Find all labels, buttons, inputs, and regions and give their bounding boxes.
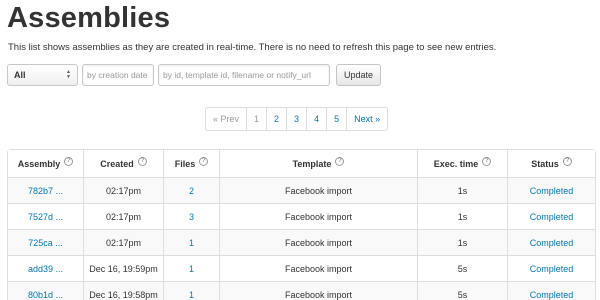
status-link[interactable]: Completed bbox=[507, 281, 595, 300]
exec-time-cell: 5s bbox=[417, 281, 507, 300]
created-cell: 02:17pm bbox=[83, 203, 163, 229]
status-select-value: All bbox=[14, 70, 26, 80]
exec-time-cell: 1s bbox=[417, 229, 507, 255]
table-row: 782b7 ... 02:17pm 2 Facebook import 1s C… bbox=[8, 177, 595, 203]
status-link[interactable]: Completed bbox=[507, 203, 595, 229]
status-link[interactable]: Completed bbox=[507, 177, 595, 203]
created-cell: Dec 16, 19:58pm bbox=[83, 281, 163, 300]
template-cell: Facebook import bbox=[219, 281, 417, 300]
status-link[interactable]: Completed bbox=[507, 255, 595, 281]
pagination: « Prev 1 2 3 4 5 Next » bbox=[205, 107, 389, 131]
table-row: 7527d ... 02:17pm 3 Facebook import 1s C… bbox=[8, 203, 595, 229]
col-header-assembly: Assembly? bbox=[8, 150, 83, 177]
page-title: Assemblies bbox=[7, 2, 171, 34]
files-count-link[interactable]: 1 bbox=[163, 281, 219, 300]
assemblies-table: Assembly? Created? Files? Template? Exec… bbox=[7, 149, 596, 300]
assembly-id-link[interactable]: 80b1d ... bbox=[8, 281, 83, 300]
exec-time-cell: 5s bbox=[417, 255, 507, 281]
help-icon[interactable]: ? bbox=[137, 156, 147, 166]
created-cell: Dec 16, 19:59pm bbox=[83, 255, 163, 281]
next-page-link[interactable]: Next » bbox=[346, 108, 387, 130]
filter-bar: All ▲ ▼ by creation date by id, template … bbox=[7, 64, 382, 86]
created-cell: 02:17pm bbox=[83, 229, 163, 255]
table-row: 725ca ... 02:17pm 1 Facebook import 1s C… bbox=[8, 229, 595, 255]
assemblies-table-container: Assembly? Created? Files? Template? Exec… bbox=[7, 149, 596, 300]
page-link-3[interactable]: 3 bbox=[286, 108, 306, 130]
template-cell: Facebook import bbox=[219, 229, 417, 255]
select-arrows-icon: ▲ ▼ bbox=[66, 69, 71, 80]
col-header-status: Status? bbox=[507, 150, 595, 177]
intro-text: This list shows assemblies as they are c… bbox=[8, 42, 497, 53]
search-input[interactable]: by id, template id, filename or notify_u… bbox=[158, 64, 330, 86]
col-header-created: Created? bbox=[83, 150, 163, 177]
table-header-row: Assembly? Created? Files? Template? Exec… bbox=[8, 150, 595, 177]
creation-date-input[interactable]: by creation date bbox=[82, 64, 154, 86]
help-icon[interactable]: ? bbox=[482, 156, 492, 166]
col-header-template: Template? bbox=[219, 150, 417, 177]
assembly-id-link[interactable]: 7527d ... bbox=[8, 203, 83, 229]
status-select[interactable]: All ▲ ▼ bbox=[7, 64, 78, 86]
table-row: add39 ... Dec 16, 19:59pm 1 Facebook imp… bbox=[8, 255, 595, 281]
files-count-link[interactable]: 2 bbox=[163, 177, 219, 203]
page-link-5[interactable]: 5 bbox=[326, 108, 346, 130]
files-count-link[interactable]: 3 bbox=[163, 203, 219, 229]
update-button[interactable]: Update bbox=[336, 64, 382, 86]
prev-page-link[interactable]: « Prev bbox=[206, 108, 246, 130]
page-link-4[interactable]: 4 bbox=[306, 108, 326, 130]
help-icon[interactable]: ? bbox=[64, 156, 74, 166]
exec-time-cell: 1s bbox=[417, 177, 507, 203]
page-link-2[interactable]: 2 bbox=[266, 108, 286, 130]
col-header-exec-time: Exec. time? bbox=[417, 150, 507, 177]
col-header-files: Files? bbox=[163, 150, 219, 177]
files-count-link[interactable]: 1 bbox=[163, 255, 219, 281]
template-cell: Facebook import bbox=[219, 177, 417, 203]
status-link[interactable]: Completed bbox=[507, 229, 595, 255]
template-cell: Facebook import bbox=[219, 203, 417, 229]
exec-time-cell: 1s bbox=[417, 203, 507, 229]
assembly-id-link[interactable]: add39 ... bbox=[8, 255, 83, 281]
page-link-1[interactable]: 1 bbox=[246, 108, 266, 130]
created-cell: 02:17pm bbox=[83, 177, 163, 203]
help-icon[interactable]: ? bbox=[335, 156, 345, 166]
help-icon[interactable]: ? bbox=[199, 156, 209, 166]
template-cell: Facebook import bbox=[219, 255, 417, 281]
assembly-id-link[interactable]: 782b7 ... bbox=[8, 177, 83, 203]
table-row: 80b1d ... Dec 16, 19:58pm 1 Facebook imp… bbox=[8, 281, 595, 300]
help-icon[interactable]: ? bbox=[562, 156, 572, 166]
assembly-id-link[interactable]: 725ca ... bbox=[8, 229, 83, 255]
files-count-link[interactable]: 1 bbox=[163, 229, 219, 255]
